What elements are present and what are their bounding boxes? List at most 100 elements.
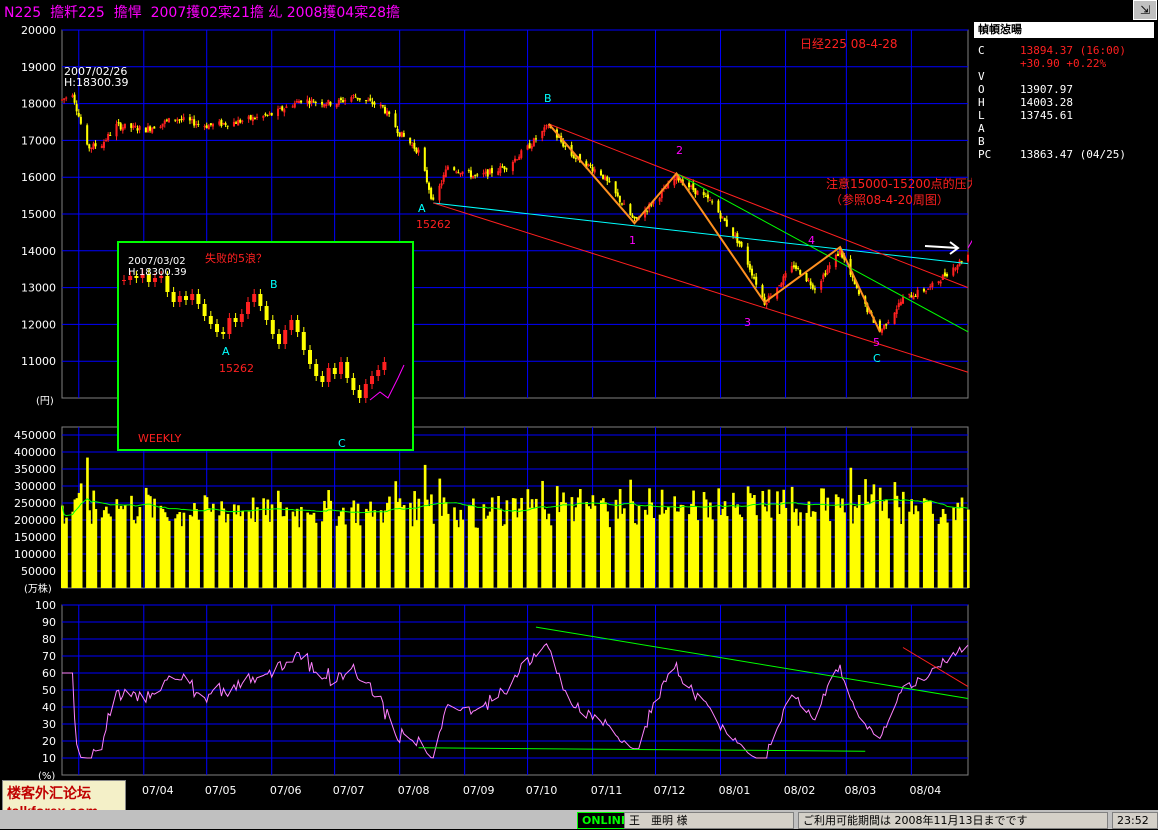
candle-body — [899, 301, 902, 306]
x-tick-label: 07/06 — [270, 784, 302, 797]
candle-body — [415, 147, 418, 153]
candle-body — [300, 100, 303, 103]
rsi-tick-label: 80 — [42, 633, 56, 646]
volume-bar — [549, 525, 553, 588]
x-tick-label: 07/09 — [463, 784, 495, 797]
candle-body — [461, 171, 464, 174]
candle-body — [440, 183, 443, 186]
candle-body — [253, 118, 256, 120]
candle-body — [232, 121, 235, 127]
user-name: 王 亜明 様 — [624, 812, 794, 829]
quote-value: +30.90 +0.22% — [1020, 57, 1107, 70]
chart-annotation: B — [544, 92, 552, 105]
chart-annotation: 3 — [744, 316, 751, 329]
candle-body — [587, 163, 590, 166]
candle-body — [251, 117, 254, 122]
title-bar: N225 擔粁225 擔悍 2007擭02寀21擔 乣 2008擭04寀28擔 — [0, 0, 1158, 22]
candle-body — [499, 166, 502, 173]
candle-body — [809, 281, 812, 286]
inset-candle-body — [208, 316, 213, 324]
chart-annotation: H:18300.39 — [64, 76, 128, 89]
candle-body — [564, 145, 567, 147]
candle-body — [547, 126, 550, 128]
candle-body — [765, 302, 768, 305]
candle-body — [195, 123, 198, 125]
volume-bar — [652, 517, 656, 588]
candle-body — [618, 195, 621, 203]
candle-body — [954, 268, 957, 270]
candle-body — [174, 119, 177, 121]
inset-candle-body — [277, 334, 281, 344]
candle-body — [518, 156, 521, 160]
volume-bar — [226, 513, 230, 588]
candle-body — [931, 282, 934, 287]
weekly-inset: 2007/03/02H:18300.39 失败的5浪？ WEEKLY A 15262 B C — [117, 241, 414, 451]
candle-body — [163, 120, 166, 124]
candle-body — [490, 168, 493, 174]
quote-label: L — [978, 109, 985, 122]
volume-bar — [784, 507, 788, 588]
candle-body — [503, 166, 506, 170]
candle-body — [723, 218, 726, 221]
candle-body — [799, 270, 802, 275]
candle-body — [528, 143, 531, 149]
candle-body — [165, 119, 168, 121]
candle-body — [692, 183, 695, 190]
volume-bar — [138, 506, 142, 588]
volume-tick-label: 300000 — [14, 480, 56, 493]
candle-body — [409, 137, 412, 144]
price-unit-label: (円) — [36, 396, 54, 407]
x-tick-label: 07/11 — [591, 784, 623, 797]
candle-body — [285, 106, 288, 108]
candle-body — [885, 323, 888, 326]
candle-body — [279, 108, 282, 110]
candle-body — [193, 119, 196, 126]
chart-annotation: （参照08-4-20周图） — [830, 192, 949, 207]
panel-toggle-button[interactable]: ⇲ — [1133, 0, 1157, 20]
candle-body — [797, 267, 800, 269]
candle-body — [646, 210, 649, 212]
candle-body — [256, 116, 259, 118]
volume-bar — [505, 500, 509, 588]
volume-bar — [813, 511, 817, 588]
volume-bar — [696, 520, 700, 588]
candle-body — [505, 168, 508, 170]
candle-body — [474, 175, 477, 177]
candle-body — [205, 125, 208, 128]
x-tick-label: 08/02 — [784, 784, 816, 797]
chart-annotation: 4 — [808, 234, 815, 247]
volume-bar — [534, 498, 538, 588]
quote-label: O — [978, 83, 985, 96]
inset-candle-body — [258, 294, 263, 306]
price-tick-label: 18000 — [21, 98, 56, 111]
candle-body — [937, 281, 940, 284]
volume-bar — [593, 505, 597, 588]
candle-body — [709, 199, 712, 201]
candle-body — [895, 309, 898, 315]
candle-body — [690, 185, 693, 188]
candle-body — [516, 159, 519, 161]
volume-bar — [153, 498, 156, 588]
quote-value: 13894.37 (16:00) — [1020, 44, 1126, 57]
price-tick-label: 19000 — [21, 61, 56, 74]
chart-area[interactable]: 07/0307/0407/0507/0607/0707/0807/0907/10… — [0, 20, 972, 830]
candle-body — [778, 285, 781, 287]
chart-annotation: C — [873, 352, 881, 365]
candle-body — [836, 253, 839, 257]
inset-candle-body — [308, 350, 312, 364]
candle-body — [939, 281, 942, 284]
inset-candle-body — [221, 332, 226, 334]
candle-body — [897, 303, 900, 307]
candle-body — [732, 227, 735, 237]
inset-candle-body — [246, 302, 250, 314]
inset-candle-body — [196, 294, 201, 304]
candle-body — [149, 126, 152, 131]
candle-body — [438, 185, 441, 201]
candle-body — [306, 99, 309, 103]
candle-body — [207, 125, 210, 130]
candle-body — [623, 203, 626, 205]
volume-tick-label: 350000 — [14, 463, 56, 476]
candle-body — [146, 126, 150, 133]
volume-bar — [344, 524, 347, 588]
candle-body — [247, 116, 250, 120]
